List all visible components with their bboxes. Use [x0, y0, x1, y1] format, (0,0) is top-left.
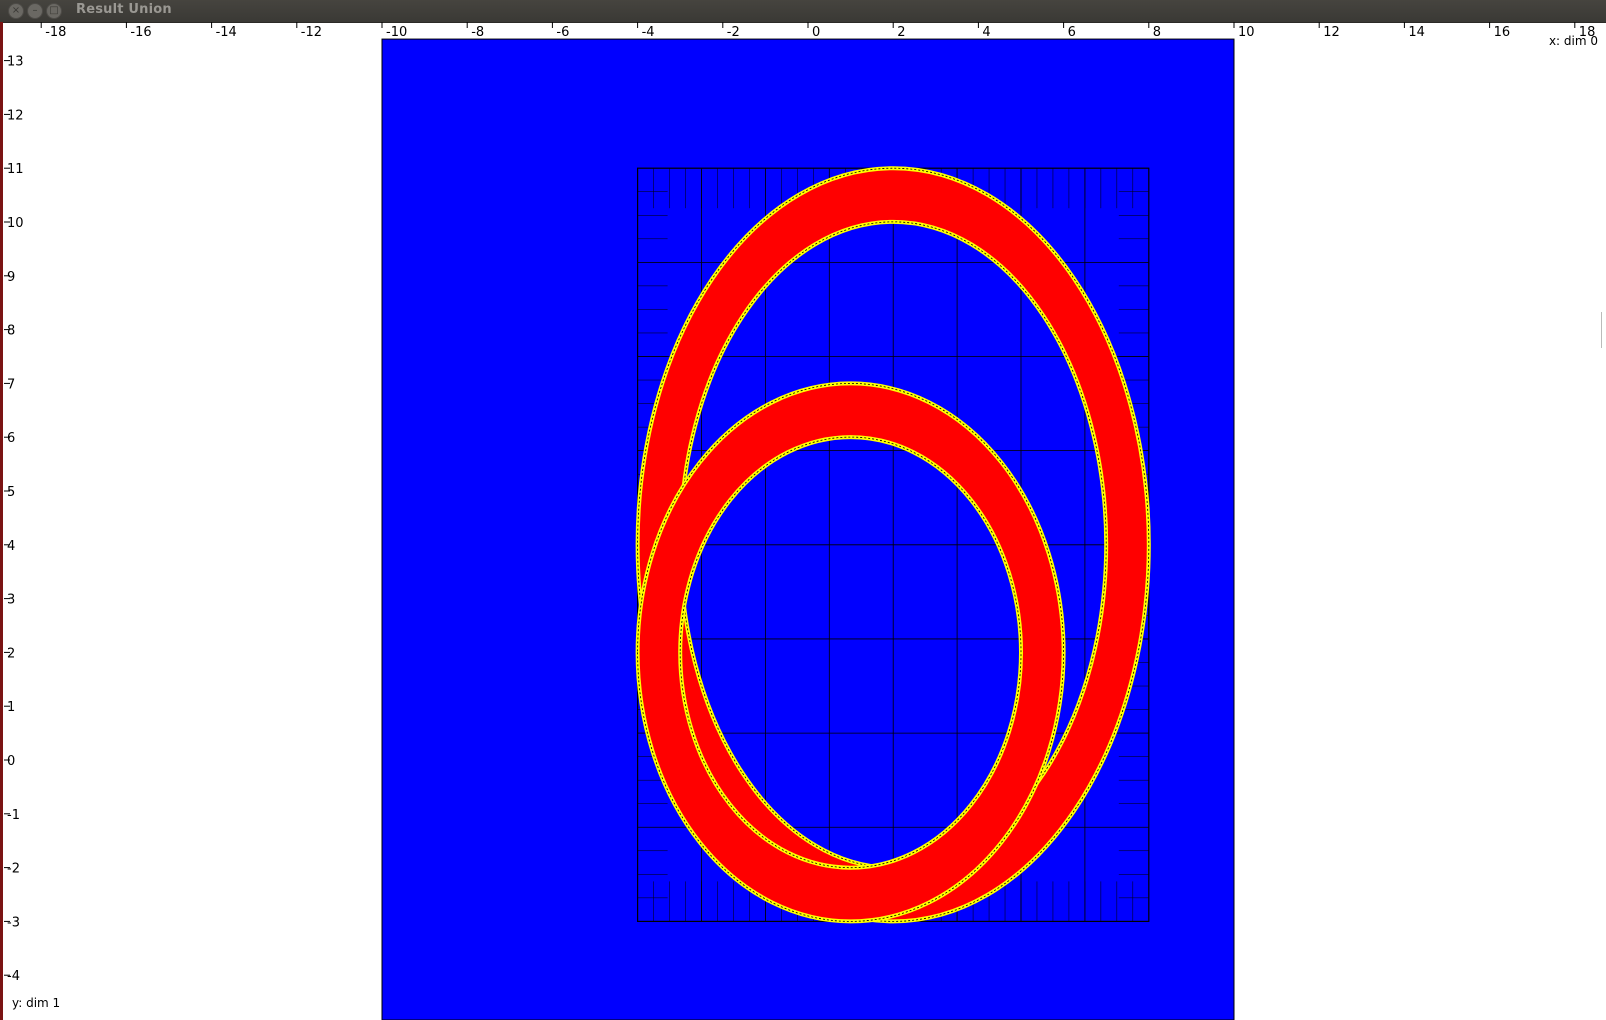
- x-tick-label: -4: [642, 25, 655, 40]
- window-title: Result Union: [76, 2, 172, 17]
- x-tick-label: -16: [130, 25, 151, 40]
- x-tick-label: 16: [1494, 25, 1511, 40]
- x-tick-label: 12: [1323, 25, 1340, 40]
- y-tick-label: 10: [7, 216, 24, 231]
- x-tick-label: -18: [45, 25, 66, 40]
- y-tick-label: 11: [7, 162, 24, 177]
- y-tick-label: 3: [7, 593, 15, 608]
- window-resize-handle[interactable]: [1601, 312, 1606, 348]
- x-tick-label: -12: [301, 25, 322, 40]
- y-axis-label: y: dim 1: [12, 996, 61, 1010]
- x-tick-label: 2: [897, 25, 905, 40]
- y-tick-label: -3: [7, 915, 20, 930]
- x-tick-label: -6: [556, 25, 569, 40]
- x-axis: -18 -16 -14 -12 -10 -8 -6 -4 -2 0 2 4 6 8 10 12 14 16 18: [40, 22, 1595, 40]
- plot-canvas[interactable]: -18 -16 -14 -12 -10 -8 -6 -4 -2 0 2 4 6 8 10 12 14 16 18 1…: [0, 22, 1606, 1020]
- y-tick-label: 5: [7, 485, 15, 500]
- close-icon[interactable]: ×: [8, 3, 24, 19]
- y-tick-label: -4: [7, 969, 20, 984]
- x-tick-label: 6: [1068, 25, 1076, 40]
- y-tick-label: 8: [7, 324, 15, 339]
- y-tick-label: 2: [7, 646, 15, 661]
- y-tick-label: 0: [7, 754, 15, 769]
- x-tick-label: -2: [727, 25, 740, 40]
- y-tick-label: 12: [7, 108, 24, 123]
- y-tick-label: -2: [7, 862, 20, 877]
- x-tick-label: -8: [471, 25, 484, 40]
- y-tick-label: 13: [7, 55, 24, 70]
- x-tick-label: 10: [1238, 25, 1255, 40]
- x-tick-label: 0: [812, 25, 820, 40]
- x-tick-label: 4: [982, 25, 990, 40]
- y-axis: 131211109876543210-1-2-3-4: [4, 55, 24, 984]
- x-tick-label: 14: [1408, 25, 1425, 40]
- y-tick-label: 4: [7, 539, 15, 554]
- minimize-icon[interactable]: –: [27, 3, 43, 19]
- x-tick-label: -14: [216, 25, 237, 40]
- window-titlebar: × – □ Result Union: [0, 0, 1606, 23]
- y-tick-label: -1: [7, 808, 20, 823]
- y-tick-label: 1: [7, 700, 15, 715]
- x-tick-label: -10: [386, 25, 407, 40]
- y-tick-label: 7: [7, 377, 15, 392]
- maximize-icon[interactable]: □: [46, 3, 62, 19]
- y-tick-label: 9: [7, 270, 15, 285]
- x-tick-label: 8: [1153, 25, 1161, 40]
- y-tick-label: 6: [7, 431, 15, 446]
- x-axis-label: x: dim 0: [1548, 34, 1598, 48]
